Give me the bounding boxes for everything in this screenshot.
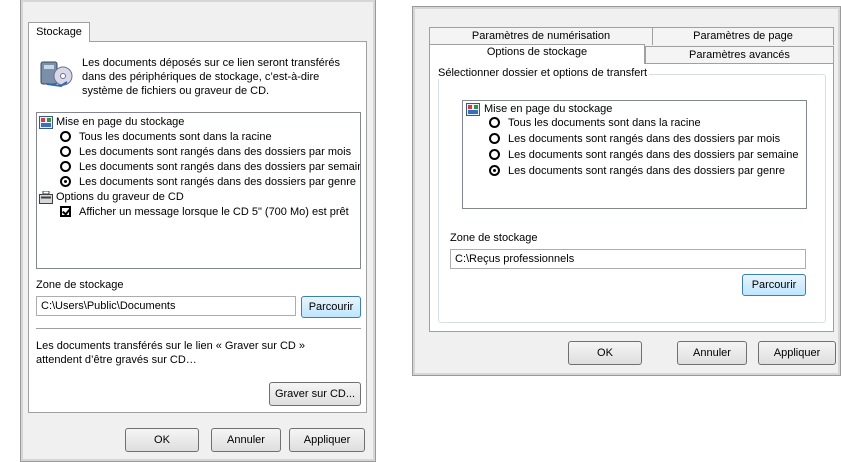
burn-note-line-1: Les documents transférés sur le lien « G…: [36, 340, 306, 352]
tab-stockage-label: Stockage: [36, 26, 82, 38]
cd-burner-icon: [39, 190, 53, 204]
layout-header: Mise en page du stockage: [484, 103, 613, 115]
option-root-label: Tous les documents sont dans la racine: [508, 117, 701, 129]
tab-storage-options[interactable]: Options de stockage: [429, 44, 645, 64]
storage-dialog-left: Stockage Les documents déposés sur ce li…: [20, 0, 376, 462]
stockage-panel: Les documents déposés sur ce lien seront…: [28, 41, 367, 413]
option-by-genre-label: Les documents sont rangés dans des dossi…: [79, 176, 356, 188]
radio-by-month[interactable]: [60, 146, 71, 157]
tab-stockage[interactable]: Stockage: [28, 22, 90, 42]
cd-message-checkbox[interactable]: [60, 206, 71, 217]
option-by-month-label: Les documents sont rangés dans des dossi…: [508, 133, 781, 145]
apply-button[interactable]: Appliquer: [289, 428, 365, 452]
ok-button[interactable]: OK: [125, 428, 199, 452]
cancel-button[interactable]: Annuler: [677, 341, 747, 365]
storage-options-panel: Sélectionner dossier et options de trans…: [429, 63, 834, 332]
storage-layout-icon: [466, 103, 480, 116]
storage-options-tree[interactable]: Mise en page du stockage Tous les docume…: [462, 100, 807, 209]
browse-button[interactable]: Parcourir: [742, 274, 806, 296]
description-line-3: système de fichiers ou graveur de CD.: [82, 85, 270, 97]
storage-zone-label: Zone de stockage: [36, 279, 124, 291]
option-root-label: Tous les documents sont dans la racine: [79, 131, 272, 143]
ok-button[interactable]: OK: [568, 341, 642, 365]
transfer-options-group-label: Sélectionner dossier et options de trans…: [436, 67, 650, 79]
tab-advanced-settings-label: Paramètres avancés: [689, 49, 790, 61]
option-by-month-label: Les documents sont rangés dans des dossi…: [79, 146, 352, 158]
layout-header: Mise en page du stockage: [56, 116, 185, 128]
cd-message-label: Afficher un message lorsque le CD 5" (70…: [79, 206, 349, 218]
storage-path-field[interactable]: C:\Users\Public\Documents: [36, 296, 296, 316]
tab-storage-options-label: Options de stockage: [486, 46, 588, 58]
burn-note-line-2: attendent d’être gravés sur CD…: [36, 354, 197, 366]
tab-scan-settings-label: Paramètres de numérisation: [471, 30, 611, 42]
radio-root[interactable]: [489, 117, 500, 128]
burn-cd-button[interactable]: Graver sur CD...: [269, 382, 361, 406]
radio-by-week[interactable]: [60, 161, 71, 172]
tab-page-settings-label: Paramètres de page: [693, 30, 793, 42]
radio-root[interactable]: [60, 131, 71, 142]
tab-page-settings[interactable]: Paramètres de page: [652, 27, 834, 45]
option-by-week-label: Les documents sont rangés dans des dossi…: [79, 161, 361, 173]
tab-advanced-settings[interactable]: Paramètres avancés: [645, 46, 834, 64]
radio-by-genre[interactable]: [489, 165, 500, 176]
radio-by-month[interactable]: [489, 133, 500, 144]
storage-dialog-right: Paramètres de numérisation Paramètres de…: [412, 6, 841, 376]
separator: [36, 328, 361, 329]
option-by-week-label: Les documents sont rangés dans des dossi…: [508, 149, 799, 161]
radio-by-week[interactable]: [489, 149, 500, 160]
storage-options-tree[interactable]: Mise en page du stockage Tous les docume…: [36, 112, 361, 269]
description-line-1: Les documents déposés sur ce lien seront…: [82, 57, 341, 69]
storage-layout-icon: [39, 116, 53, 129]
radio-by-genre[interactable]: [60, 176, 71, 187]
cd-header: Options du graveur de CD: [56, 191, 184, 203]
option-by-genre-label: Les documents sont rangés dans des dossi…: [508, 165, 785, 177]
storage-device-icon: [39, 58, 73, 90]
browse-button[interactable]: Parcourir: [301, 296, 361, 318]
cancel-button[interactable]: Annuler: [211, 428, 281, 452]
storage-zone-label: Zone de stockage: [450, 232, 538, 244]
storage-path-field[interactable]: C:\Reçus professionnels: [450, 249, 806, 269]
description-line-2: dans des périphériques de stockage, c’es…: [82, 71, 320, 83]
apply-button[interactable]: Appliquer: [758, 341, 836, 365]
tab-scan-settings[interactable]: Paramètres de numérisation: [429, 27, 653, 45]
